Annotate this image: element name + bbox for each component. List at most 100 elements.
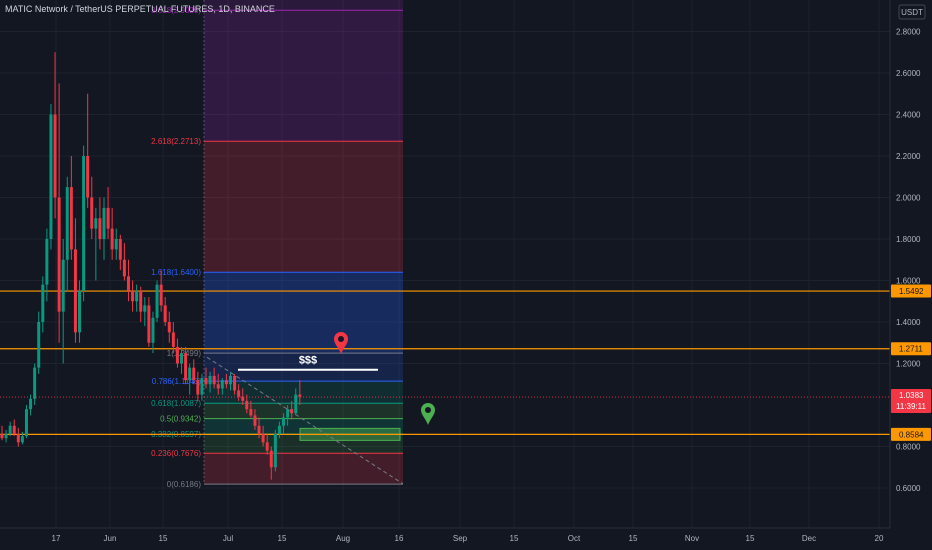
candle-body bbox=[220, 380, 224, 389]
chart-background bbox=[0, 0, 932, 550]
candle-body bbox=[175, 346, 179, 364]
chart-area[interactable]: 3.618(2.9026) 2.618(2.2713) 1.618(1.6400) 1… bbox=[0, 0, 932, 550]
candle-countdown-label: 11:39:11 bbox=[896, 402, 927, 411]
candle-body bbox=[45, 239, 49, 285]
candle-body bbox=[102, 207, 106, 239]
fib-level-label: 0.236(0.7676) bbox=[151, 449, 201, 458]
fib-level-label: 1.618(1.6400) bbox=[151, 268, 201, 277]
candle-body bbox=[94, 218, 98, 229]
fib-level-label: 2.618(2.2713) bbox=[151, 137, 201, 146]
price-tick-label: 2.6000 bbox=[896, 69, 921, 78]
candle-body bbox=[126, 276, 130, 291]
time-tick-label: Jul bbox=[223, 534, 233, 543]
price-axis[interactable]: 2.8000 2.6000 2.4000 2.2000 2.0000 1.8000 1.60… bbox=[889, 0, 932, 550]
candle-body bbox=[155, 284, 159, 318]
candle-body bbox=[212, 375, 216, 385]
pin-hole bbox=[338, 336, 344, 342]
candle-body bbox=[184, 353, 188, 381]
candle-body bbox=[159, 284, 163, 306]
candle-body bbox=[73, 249, 77, 333]
candle-body bbox=[273, 434, 277, 468]
fib-zone bbox=[204, 272, 403, 354]
currency-button[interactable]: USDT bbox=[898, 4, 926, 20]
fib-zone bbox=[204, 403, 403, 419]
price-tick-label: 2.0000 bbox=[896, 194, 921, 203]
candle-body bbox=[57, 197, 61, 312]
time-tick-label: 15 bbox=[510, 534, 519, 543]
price-tick-label: 2.8000 bbox=[896, 28, 921, 37]
pin-hole bbox=[425, 407, 431, 413]
time-axis-background bbox=[0, 528, 890, 550]
candle-body bbox=[69, 187, 73, 250]
fib-zone bbox=[204, 453, 403, 485]
time-tick-label: Jun bbox=[104, 534, 117, 543]
fib-level-label: 1(1.2499) bbox=[167, 349, 202, 358]
candle-body bbox=[65, 187, 69, 260]
candle-body bbox=[37, 322, 41, 368]
time-tick-label: 16 bbox=[395, 534, 404, 543]
candle-body bbox=[118, 239, 122, 260]
candle-body bbox=[294, 394, 298, 414]
time-tick-label: Sep bbox=[453, 534, 468, 543]
level-price-label: 0.8584 bbox=[899, 430, 924, 439]
candle-body bbox=[167, 322, 171, 333]
level-price-label: 1.2711 bbox=[899, 345, 923, 354]
candle-body bbox=[29, 398, 33, 410]
candle-body bbox=[4, 434, 8, 439]
fib-level-label: 0.618(1.0087) bbox=[151, 399, 201, 408]
candle-body bbox=[0, 434, 4, 439]
time-tick-label: Oct bbox=[568, 534, 581, 543]
time-tick-label: Nov bbox=[685, 534, 699, 543]
candle-body bbox=[61, 259, 65, 312]
time-tick-label: 20 bbox=[875, 534, 884, 543]
candle-body bbox=[143, 305, 147, 312]
candle-body bbox=[290, 409, 294, 414]
candle-body bbox=[241, 396, 245, 401]
candle-body bbox=[200, 378, 204, 395]
candle-body bbox=[233, 375, 237, 391]
candle-body bbox=[298, 394, 302, 397]
candle-body bbox=[265, 442, 269, 451]
price-chart[interactable]: 3.618(2.9026)2.618(2.2713)1.618(1.6400)1… bbox=[0, 0, 932, 550]
fib-level-label: 0(0.6186) bbox=[167, 480, 202, 489]
candle-body bbox=[20, 436, 24, 443]
candle-body bbox=[208, 375, 212, 385]
candle-body bbox=[16, 434, 20, 443]
candle-body bbox=[139, 290, 143, 312]
candle-body bbox=[196, 380, 200, 395]
price-tick-label: 0.6000 bbox=[896, 484, 921, 493]
candle-body bbox=[147, 305, 151, 343]
price-tick-label: 1.2000 bbox=[896, 360, 921, 369]
candle-body bbox=[228, 375, 232, 385]
price-tick-label: 1.6000 bbox=[896, 277, 921, 286]
candle-body bbox=[216, 384, 220, 389]
level-price-label: 1.5492 bbox=[899, 287, 924, 296]
candle-body bbox=[82, 156, 86, 291]
time-tick-label: Dec bbox=[802, 534, 816, 543]
candle-body bbox=[269, 450, 273, 468]
price-axis-background bbox=[890, 0, 932, 550]
candle-body bbox=[180, 353, 184, 364]
candle-body bbox=[106, 207, 110, 229]
price-tick-label: 2.4000 bbox=[896, 111, 921, 120]
candle-body bbox=[253, 415, 257, 426]
candle-body bbox=[12, 425, 16, 435]
candle-body bbox=[135, 290, 139, 302]
candle-body bbox=[171, 332, 175, 347]
candle-body bbox=[86, 156, 90, 198]
fib-zone bbox=[204, 141, 403, 273]
time-axis[interactable]: 17 Jun 15 Jul 15 Aug 16 Sep 15 Oct 15 Nov 15 Dec 20 bbox=[0, 527, 890, 550]
price-tick-label: 0.8000 bbox=[896, 443, 921, 452]
candle-body bbox=[163, 305, 167, 322]
candle-body bbox=[24, 409, 28, 437]
candle-body bbox=[122, 259, 126, 277]
candle-body bbox=[237, 390, 241, 397]
candle-body bbox=[49, 114, 53, 239]
price-tick-label: 1.4000 bbox=[896, 318, 921, 327]
current-price-label: 1.0383 bbox=[899, 391, 924, 400]
candle-body bbox=[8, 425, 12, 435]
fib-zone bbox=[204, 10, 403, 142]
time-tick-label: 15 bbox=[159, 534, 168, 543]
time-tick-label: 15 bbox=[278, 534, 287, 543]
price-tick-label: 2.2000 bbox=[896, 152, 921, 161]
